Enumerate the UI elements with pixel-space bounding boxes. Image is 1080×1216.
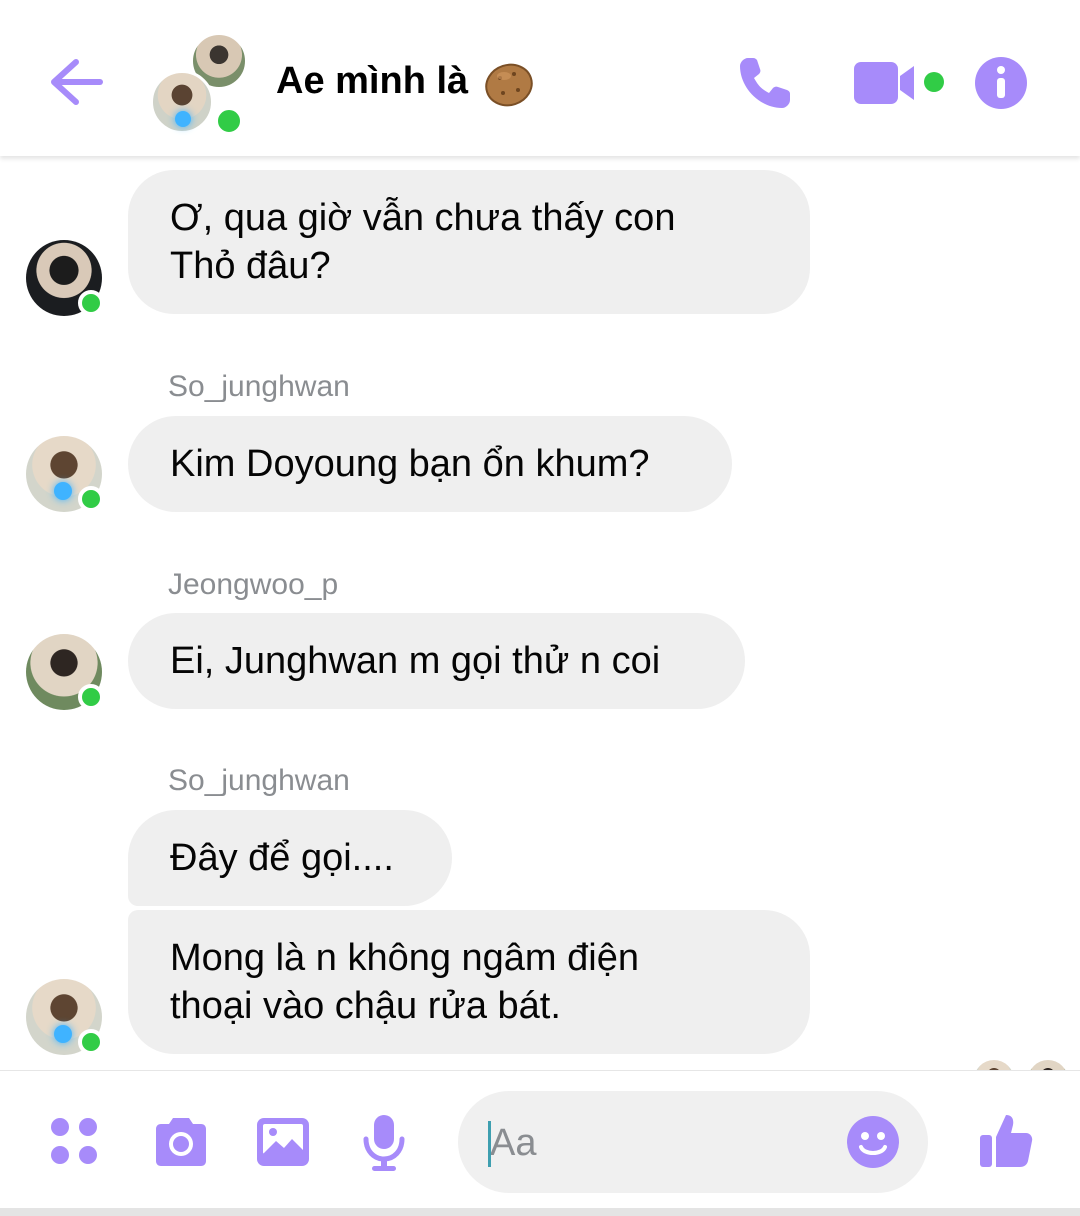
chat-title[interactable]: Ae mình là — [276, 60, 468, 103]
sender-avatar[interactable] — [26, 634, 104, 710]
text-caret — [488, 1121, 491, 1167]
message-bubble[interactable]: Mong là n không ngâm điện thoại vào chậu… — [128, 910, 810, 1054]
video-call-icon[interactable] — [852, 60, 918, 106]
sender-name: So_junghwan — [168, 370, 350, 403]
message-line: Đây để gọi.... — [170, 837, 394, 879]
like-thumbs-up-icon[interactable] — [978, 1111, 1034, 1169]
message-line: Mong là n không ngâm điện — [170, 937, 639, 979]
chat-header: Ae mình là — [0, 0, 1080, 156]
emoji-icon[interactable] — [846, 1115, 900, 1169]
online-status-dot — [78, 486, 104, 512]
back-arrow-icon[interactable] — [48, 56, 104, 108]
message-bubble[interactable]: Kim Doyoung bạn ổn khum? — [128, 416, 732, 512]
message-input-box[interactable] — [458, 1091, 928, 1193]
sender-avatar[interactable] — [26, 240, 104, 316]
online-status-dot — [214, 106, 244, 136]
message-list[interactable]: Ơ, qua giờ vẫn chưa thấy con Thỏ đâu? So… — [0, 156, 1080, 1070]
sender-name: So_junghwan — [168, 764, 350, 797]
bottom-divider — [0, 1208, 1080, 1216]
more-actions-icon[interactable] — [50, 1117, 98, 1165]
message-line: Ơ, qua giờ vẫn chưa thấy con — [170, 197, 676, 239]
camera-icon[interactable] — [152, 1117, 210, 1167]
sender-name: Jeongwoo_p — [168, 568, 339, 601]
message-line: thoại vào chậu rửa bát. — [170, 985, 561, 1027]
message-bubble[interactable]: Đây để gọi.... — [128, 810, 452, 906]
online-status-dot — [78, 290, 104, 316]
group-avatar[interactable] — [150, 30, 250, 136]
message-bubble[interactable]: Ơ, qua giờ vẫn chưa thấy con Thỏ đâu? — [128, 170, 810, 314]
sender-avatar[interactable] — [26, 436, 104, 512]
message-input[interactable] — [488, 1117, 832, 1169]
message-line: Ei, Junghwan m gọi thử n coi — [170, 640, 661, 682]
phone-call-icon[interactable] — [736, 54, 794, 112]
messenger-chat-screen: Ae mình là Ơ, qua giờ vẫn chưa thấy con … — [0, 0, 1080, 1216]
potato-icon — [484, 62, 534, 108]
online-status-dot — [78, 684, 104, 710]
sender-avatar[interactable] — [26, 979, 104, 1055]
member-avatar — [150, 70, 214, 134]
message-line: Kim Doyoung bạn ổn khum? — [170, 443, 650, 485]
message-bubble[interactable]: Ei, Junghwan m gọi thử n coi — [128, 613, 745, 709]
message-composer — [0, 1070, 1080, 1211]
online-status-dot — [78, 1029, 104, 1055]
info-icon[interactable] — [974, 56, 1028, 110]
gallery-icon[interactable] — [256, 1117, 310, 1167]
message-line: Thỏ đâu? — [170, 245, 331, 287]
microphone-icon[interactable] — [362, 1113, 406, 1173]
active-call-dot — [924, 72, 944, 92]
